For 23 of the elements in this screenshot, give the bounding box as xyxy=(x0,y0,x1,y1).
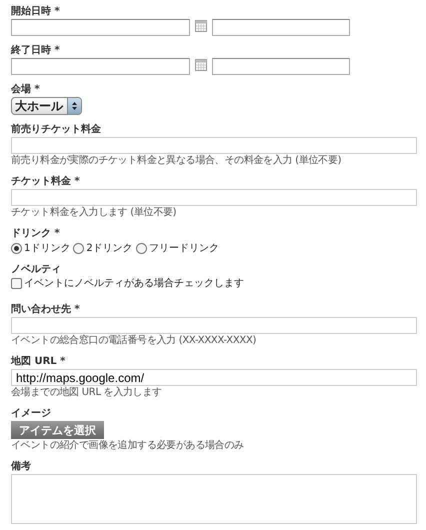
field-label: 備考 xyxy=(11,461,31,473)
choose-item-button[interactable]: アイテムを選択 xyxy=(11,421,104,439)
text-field[interactable]: http://maps.google.com/ xyxy=(11,369,417,386)
field-label: 終了日時 * xyxy=(11,45,60,57)
checkbox-option[interactable]: イベントにノベルティがある場合チェックします xyxy=(11,277,244,290)
radio-option[interactable]: フリードリンク xyxy=(136,242,219,255)
field-label: 前売りチケット料金 xyxy=(11,124,101,136)
field-label: ドリンク * xyxy=(11,228,60,240)
field-label: 問い合わせ先 * xyxy=(11,304,80,316)
field-label: 会場 * xyxy=(11,84,40,96)
hint-text: イベントの紹介で画像を追加する必要がある場合のみ xyxy=(11,440,244,452)
hint-text: イベントの総合窓口の電話番号を入力 (XX-XXXX-XXXX) xyxy=(11,335,256,347)
field-label: チケット料金 * xyxy=(11,176,80,188)
hint-text: 前売り料金が実際のチケット料金と異なる場合、その料金を入力 (単位不要) xyxy=(11,155,342,167)
hint-text: チケット料金を入力します (単位不要) xyxy=(11,207,176,219)
field-label: ノベルティ xyxy=(11,264,61,276)
radio-option[interactable]: 1ドリンク xyxy=(11,242,70,255)
venue-select[interactable]: 大ホール xyxy=(11,97,82,115)
hint-text: 会場までの地図 URL を入力します xyxy=(11,387,162,399)
field-label: 開始日時 * xyxy=(11,6,60,18)
field-label: イメージ xyxy=(11,408,51,420)
radio-option[interactable]: 2ドリンク xyxy=(73,242,133,255)
field-label: 地図 URL * xyxy=(11,356,66,368)
